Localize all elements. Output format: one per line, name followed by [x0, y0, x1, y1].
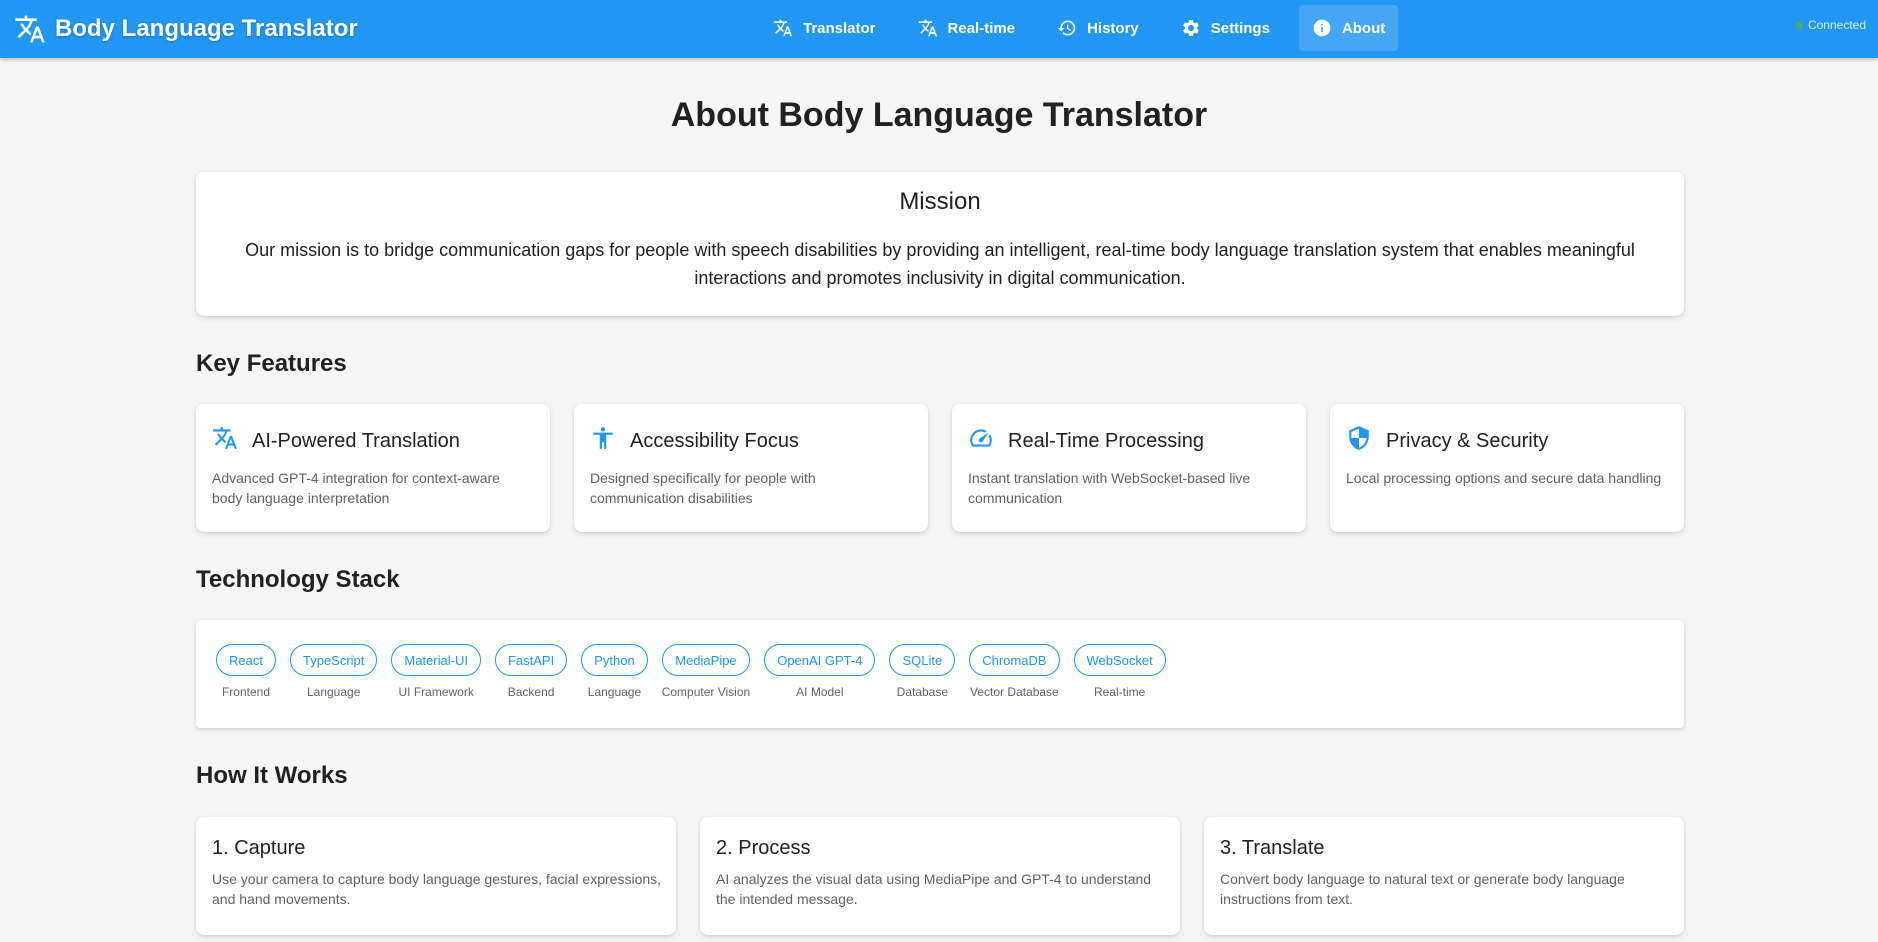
tech-heading: Technology Stack [196, 566, 400, 593]
how-heading: How It Works [196, 762, 348, 789]
info-icon [1312, 18, 1332, 38]
step-card: 1. Capture Use your camera to capture bo… [196, 817, 676, 935]
step-desc: Use your camera to capture body language… [212, 871, 662, 907]
tech-item: Material-UI UI Framework [391, 644, 481, 699]
feature-desc: Instant translation with WebSocket-based… [968, 470, 1251, 506]
feature-card: Privacy & Security Local processing opti… [1330, 404, 1684, 532]
shield-icon [1346, 425, 1372, 451]
tech-chip[interactable]: ChromaDB [969, 644, 1060, 676]
tech-item: MediaPipe Computer Vision [661, 644, 751, 699]
tech-chip[interactable]: Material-UI [391, 644, 481, 676]
tech-chip[interactable]: OpenAI GPT-4 [764, 644, 876, 676]
nav-label: History [1087, 19, 1139, 37]
tech-stack-card: React Frontend TypeScript Language Mater… [196, 620, 1684, 728]
nav-about[interactable]: About [1298, 5, 1399, 51]
app-bar: Body Language Translator Translator Real… [0, 0, 1878, 58]
step-desc: Convert body language to natural text or… [1220, 871, 1625, 907]
nav-realtime[interactable]: Real-time [905, 5, 1029, 51]
feature-desc: Advanced GPT-4 integration for context-a… [212, 470, 500, 506]
tech-item: WebSocket Real-time [1073, 644, 1166, 699]
tech-chip-label: Real-time [1093, 685, 1146, 699]
mission-card: Mission Our mission is to bridge communi… [196, 172, 1684, 316]
tech-chip-label: Database [896, 685, 949, 699]
tech-item: TypeScript Language [289, 644, 378, 699]
step-title: 3. Translate [1220, 837, 1325, 859]
tech-chip[interactable]: React [216, 644, 276, 676]
feature-card: Accessibility Focus Designed specificall… [574, 404, 928, 532]
tech-chip-label: Language [306, 685, 361, 699]
feature-card: Real-Time Processing Instant translation… [952, 404, 1306, 532]
history-icon [1057, 18, 1077, 38]
tech-chip-label: Backend [507, 685, 555, 699]
tech-chip[interactable]: TypeScript [289, 644, 378, 676]
speed-icon [968, 425, 994, 451]
gear-icon [1181, 18, 1201, 38]
nav-history[interactable]: History [1044, 5, 1152, 51]
tech-item: SQLite Database [889, 644, 956, 699]
status-text: Connected [1807, 18, 1866, 32]
status-dot-icon [1795, 21, 1803, 29]
tech-chip[interactable]: SQLite [889, 644, 956, 676]
tech-chip-label: AI Model [796, 685, 844, 699]
tech-chip[interactable]: WebSocket [1073, 644, 1166, 676]
translate-icon [918, 18, 938, 38]
tech-item: React Frontend [216, 644, 276, 699]
tech-item: ChromaDB Vector Database [969, 644, 1060, 699]
nav-settings[interactable]: Settings [1168, 5, 1283, 51]
tech-item: FastAPI Backend [494, 644, 568, 699]
app-title: Body Language Translator [55, 15, 358, 42]
translate-icon [773, 18, 793, 38]
nav-label: Settings [1210, 19, 1270, 37]
page-title: About Body Language Translator [670, 96, 1208, 134]
tech-chip-label: Language [587, 685, 642, 699]
feature-card: AI-Powered Translation Advanced GPT-4 in… [196, 404, 550, 532]
tech-chip-label: Frontend [221, 685, 270, 699]
connection-status: Connected [1795, 18, 1866, 32]
nav-label: Translator [803, 19, 876, 37]
step-desc: AI analyzes the visual data using MediaP… [716, 871, 1152, 907]
feature-title: AI-Powered Translation [252, 430, 460, 452]
feature-desc: Local processing options and secure data… [1346, 470, 1662, 486]
step-title: 1. Capture [212, 837, 306, 859]
feature-desc: Designed specifically for people with co… [590, 470, 816, 506]
feature-title: Privacy & Security [1386, 430, 1549, 452]
accessibility-icon [590, 425, 616, 451]
nav-label: About [1341, 19, 1386, 37]
mission-title: Mission [899, 188, 981, 215]
mission-text: Our mission is to bridge communication g… [245, 240, 1635, 288]
tech-item: Python Language [581, 644, 648, 699]
translate-icon [14, 13, 46, 45]
tech-chip[interactable]: MediaPipe [662, 644, 750, 676]
nav-translator[interactable]: Translator [760, 5, 889, 51]
tech-chip-label: UI Framework [398, 685, 474, 699]
step-card: 3. Translate Convert body language to na… [1204, 817, 1684, 935]
features-heading: Key Features [196, 350, 347, 377]
feature-title: Accessibility Focus [630, 430, 799, 452]
feature-title: Real-Time Processing [1008, 430, 1204, 452]
app-brand[interactable]: Body Language Translator [14, 11, 358, 47]
tech-item: OpenAI GPT-4 AI Model [764, 644, 876, 699]
step-card: 2. Process AI analyzes the visual data u… [700, 817, 1180, 935]
step-title: 2. Process [716, 837, 811, 859]
translate-icon [212, 425, 238, 451]
nav-label: Real-time [947, 19, 1016, 37]
tech-chip[interactable]: FastAPI [494, 644, 568, 676]
tech-chip[interactable]: Python [581, 644, 648, 676]
tech-chip-label: Vector Database [970, 685, 1059, 699]
tech-chip-label: Computer Vision [661, 685, 751, 699]
main-nav: Translator Real-time History Settings Ab… [760, 5, 1399, 51]
